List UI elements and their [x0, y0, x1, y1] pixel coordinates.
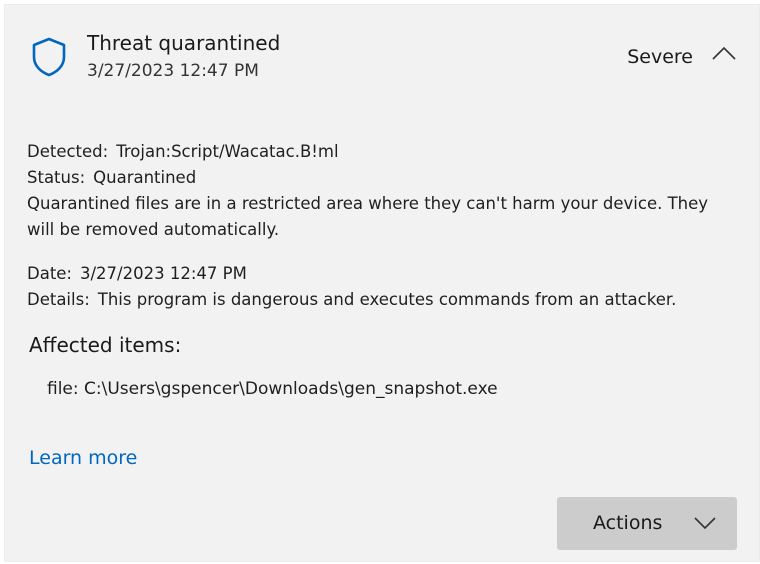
detected-value: Trojan:Script/Wacatac.B!ml [116, 142, 339, 161]
threat-detail-card: Threat quarantined 3/27/2023 12:47 PM Se… [4, 4, 760, 562]
status-label: Status: [27, 168, 86, 187]
date-row: Date: 3/27/2023 12:47 PM [27, 261, 676, 287]
actions-button[interactable]: Actions [557, 497, 737, 550]
threat-meta: Date: 3/27/2023 12:47 PM Details: This pro… [27, 261, 676, 313]
chevron-up-icon[interactable] [711, 43, 737, 63]
status-value: Quarantined [93, 168, 197, 187]
status-row: Status: Quarantined [27, 165, 737, 191]
detected-row: Detected: Trojan:Script/Wacatac.B!ml [27, 139, 737, 165]
threat-timestamp: 3/27/2023 12:47 PM [87, 61, 259, 81]
details-value: This program is dangerous and executes c… [97, 290, 677, 309]
threat-header[interactable]: Threat quarantined 3/27/2023 12:47 PM Se… [5, 5, 759, 95]
severity-label: Severe [627, 46, 693, 68]
affected-file-item: file: C:\Users\gspencer\Downloads\gen_sn… [47, 379, 498, 399]
learn-more-link[interactable]: Learn more [29, 447, 137, 469]
details-label: Details: [27, 290, 90, 309]
shield-icon [32, 37, 66, 77]
date-value: 3/27/2023 12:47 PM [80, 264, 247, 283]
detected-label: Detected: [27, 142, 109, 161]
date-label: Date: [27, 264, 72, 283]
chevron-down-icon [694, 517, 716, 530]
actions-label: Actions [593, 512, 663, 534]
details-row: Details: This program is dangerous and ex… [27, 287, 676, 313]
threat-title: Threat quarantined [87, 31, 281, 55]
affected-items-heading: Affected items: [29, 333, 182, 357]
threat-details: Detected: Trojan:Script/Wacatac.B!ml Stat… [27, 139, 737, 243]
status-description: Quarantined files are in a restricted ar… [27, 194, 709, 239]
